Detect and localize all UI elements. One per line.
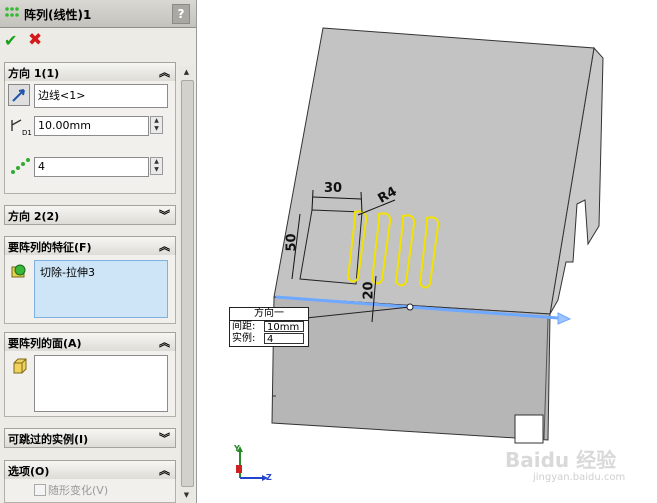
direction-edge-field[interactable]: 边线<1> (34, 84, 168, 108)
scroll-up-icon[interactable]: ▲ (179, 66, 194, 78)
callout-count-label: 实例: (232, 333, 256, 344)
reverse-direction-button[interactable] (8, 84, 30, 106)
callout-title: 方向一 (230, 308, 308, 321)
section-faces-body (4, 351, 176, 417)
features-list[interactable]: 切除-拉伸3 (34, 260, 168, 318)
instances-icon (11, 158, 30, 174)
section-direction1-body: 边线<1> D1 10.00mm ▲ ▼ 4 ▲ ▼ (4, 81, 176, 194)
chevron-up-icon[interactable]: ︽ (159, 238, 170, 254)
confirm-row: ✔ ✖ (0, 28, 196, 54)
svg-text:D1: D1 (22, 129, 32, 137)
panel-scrollbar[interactable]: ▲ ▼ (179, 66, 194, 503)
dimension-width[interactable]: 30 (324, 181, 342, 196)
watermark-url: jingyan.baidu.com (533, 472, 626, 483)
dimension-offset[interactable]: 20 (362, 281, 377, 299)
section-direction2-header[interactable]: 方向 2(2) ︾ (4, 205, 176, 225)
property-manager-panel: 阵列(线性)1 ? ✔ ✖ ▲ ▼ 方向 1(1) ︽ 边线<1> D1 10.… (0, 0, 197, 503)
chevron-up-icon[interactable]: ︽ (159, 334, 170, 350)
section-faces-label: 要阵列的面(A) (8, 337, 82, 350)
spacing-input[interactable]: 10.00mm (34, 116, 149, 136)
section-features-body: 切除-拉伸3 (4, 255, 176, 324)
callout-spacing-label: 间距: (232, 321, 256, 332)
callout-spacing-input[interactable]: 10mm (264, 321, 304, 333)
cancel-button[interactable]: ✖ (28, 30, 42, 50)
vary-sketch-checkbox[interactable] (34, 484, 46, 496)
section-direction1-label: 方向 1(1) (8, 67, 60, 80)
direction-callout[interactable]: 方向一 间距: 10mm 实例: 4 (229, 307, 309, 347)
ok-button[interactable]: ✔ (4, 31, 17, 50)
watermark-logo: Baidu 经验 (505, 448, 617, 472)
model-sheet (236, 27, 604, 481)
spacing-icon: D1 (11, 119, 32, 137)
spacing-stepper[interactable]: ▲ ▼ (150, 116, 163, 134)
section-direction1-header[interactable]: 方向 1(1) ︽ (4, 62, 176, 82)
section-faces-header[interactable]: 要阵列的面(A) ︽ (4, 332, 176, 352)
chevron-down-icon[interactable]: ︾ (159, 207, 170, 223)
section-options-body: 随形变化(V) (4, 479, 176, 503)
triad-y-label: Y (234, 444, 240, 453)
instances-stepper[interactable]: ▲ ▼ (150, 157, 163, 175)
scroll-thumb[interactable] (181, 80, 194, 487)
help-button[interactable]: ? (172, 4, 190, 24)
panel-titlebar: 阵列(线性)1 ? (0, 0, 196, 28)
graphics-viewport[interactable]: 30 R4 50 20 Y Z (197, 0, 657, 503)
face-icon (13, 358, 27, 374)
linear-pattern-icon (5, 7, 19, 17)
section-options-header[interactable]: 选项(O) ︽ (4, 460, 176, 480)
instances-input[interactable]: 4 (34, 157, 149, 177)
dimension-height[interactable]: 50 (285, 233, 300, 251)
reverse-direction-icon (12, 89, 25, 102)
section-skip-label: 可跳过的实例(I) (8, 433, 89, 446)
triad-z-label: Z (266, 473, 272, 482)
feature-icon (11, 264, 26, 278)
faces-list[interactable] (34, 355, 168, 412)
section-direction2-label: 方向 2(2) (8, 210, 60, 223)
chevron-up-icon[interactable]: ︽ (159, 64, 170, 80)
chevron-up-icon[interactable]: ︽ (159, 462, 170, 478)
section-features-label: 要阵列的特征(F) (8, 241, 92, 254)
vary-sketch-label: 随形变化(V) (48, 484, 109, 497)
section-options-label: 选项(O) (8, 465, 50, 478)
feature-list-item[interactable]: 切除-拉伸3 (40, 264, 95, 280)
section-skip-header[interactable]: 可跳过的实例(I) ︾ (4, 428, 176, 448)
chevron-down-icon[interactable]: ︾ (159, 430, 170, 446)
callout-count-input[interactable]: 4 (264, 333, 304, 345)
scroll-down-icon[interactable]: ▼ (179, 489, 194, 501)
panel-title: 阵列(线性)1 (24, 8, 92, 22)
section-features-header[interactable]: 要阵列的特征(F) ︽ (4, 236, 176, 256)
